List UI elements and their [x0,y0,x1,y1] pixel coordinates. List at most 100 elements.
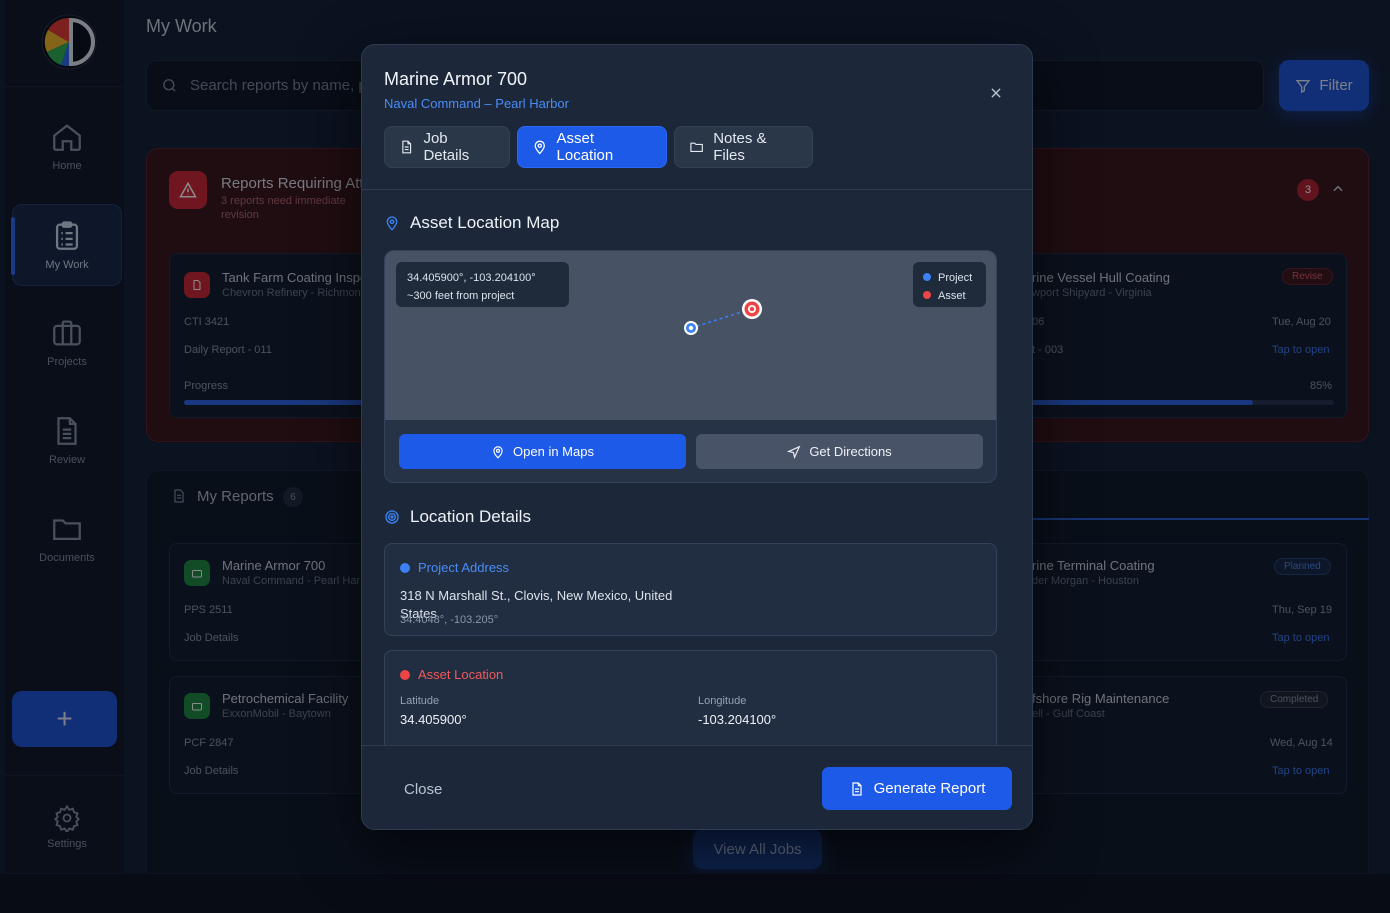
status-badge: Revise [1282,268,1333,285]
tab-notes-files[interactable]: Notes & Files [674,126,813,168]
folder-icon [690,142,703,153]
alert-icon [169,171,207,209]
briefcase-icon [184,693,210,719]
open-in-maps-button[interactable]: Open in Maps [399,434,686,469]
sidebar-item-settings[interactable]: Settings [12,790,122,872]
project-address-box: Project Address 318 N Marshall St., Clov… [384,543,997,636]
card-subtitle: ell - Gulf Coast [1032,708,1105,720]
map-markers [684,299,762,335]
card-title: fshore Rig Maintenance [1032,691,1170,706]
job-card[interactable]: rine Terminal Coating der Morgan - Houst… [1009,543,1347,661]
progress-fill [1010,400,1253,405]
tab-underline [1033,518,1369,520]
bottom-bar [0,873,1390,913]
tab-asset-location[interactable]: Asset Location [517,126,667,168]
sidebar-item-label: Settings [47,838,87,850]
generate-report-button[interactable]: Generate Report [822,767,1012,810]
document-icon [184,272,210,298]
card-subtitle: der Morgan - Houston [1032,575,1139,587]
app-logo [41,14,97,70]
longitude-label: Longitude [698,695,747,707]
project-marker [684,321,698,335]
tab-label: Notes & Files [713,130,767,164]
map-pin-icon [534,140,545,155]
briefcase-icon [53,320,81,346]
modal-footer: Close Generate Report [362,745,1032,829]
target-icon [385,510,399,524]
chevron-up-icon[interactable] [1331,182,1345,196]
document-icon [174,489,184,503]
latitude-value: 34.405900° [400,712,467,727]
sidebar-item-home[interactable]: Home [12,106,122,188]
report-card[interactable]: rine Vessel Hull Coating wport Shipyard … [1009,253,1347,418]
tab-label: Job Details [423,130,470,164]
get-directions-button[interactable]: Get Directions [696,434,983,469]
clipboard-icon [55,221,79,250]
longitude-value: -103.204100° [698,712,777,727]
card-date: Tue, Aug 20 [1272,316,1331,328]
card-title: Tank Farm Coating Inspe [222,270,368,285]
job-details-link[interactable]: Job Details [184,632,238,644]
count-badge: 6 [283,487,303,507]
sidebar-item-projects[interactable]: Projects [12,302,122,384]
tab-job-details[interactable]: Job Details [384,126,510,168]
view-all-jobs-button[interactable]: View All Jobs [693,829,822,869]
asset-marker [742,299,762,319]
modal-title: Marine Armor 700 [384,69,528,89]
sidebar-item-review[interactable]: Review [12,400,122,482]
sidebar: Home My Work Projects Review Documents +… [5,0,125,873]
card-subtitle: wport Shipyard - Virginia [1032,287,1152,299]
progress-percent: 85% [1310,380,1333,392]
card-title: Marine Armor 700 [222,558,326,573]
document-icon [852,781,862,796]
sidebar-item-documents[interactable]: Documents [12,498,122,580]
modal-subtitle: Naval Command – Pearl Harbor [384,96,569,111]
card-code: PCF 2847 [184,737,234,749]
filter-button[interactable]: Filter [1279,60,1369,111]
map-pin-icon [493,445,503,459]
briefcase-icon [184,560,210,586]
project-coordinates: 34.4048°, -103.205° [400,614,499,626]
card-report: Daily Report - 011 [184,344,272,356]
button-label: Generate Report [873,780,986,797]
requiring-title: Reports Requiring Att [221,175,364,192]
card-title: rine Terminal Coating [1032,558,1155,573]
progress-track [1010,400,1334,405]
my-reports-title: My Reports [197,488,274,505]
button-label: Get Directions [809,444,892,459]
progress-label: Progress [184,380,229,392]
gear-icon [54,804,80,832]
job-details-link[interactable]: Job Details [184,765,238,777]
close-icon[interactable] [984,81,1008,105]
home-icon [53,124,81,151]
sidebar-item-my-work[interactable]: My Work [11,204,122,286]
card-code: PPS 2511 [184,604,233,616]
map-section-heading: Asset Location Map [384,213,559,233]
job-modal: Marine Armor 700 Naval Command – Pearl H… [361,44,1033,830]
asset-location-heading: Asset Location [400,667,503,682]
tap-to-open-link[interactable]: Tap to open [1272,344,1330,356]
tap-to-open-link[interactable]: Tap to open [1272,765,1330,777]
filter-icon [1295,79,1311,93]
tab-label: Asset Location [556,130,614,164]
search-placeholder: Search reports by name, pr [190,77,372,94]
tap-to-open-link[interactable]: Tap to open [1272,632,1330,644]
close-button[interactable]: Close [404,781,442,798]
navigation-icon [787,445,801,459]
card-title: Petrochemical Facility [222,691,349,706]
job-card[interactable]: fshore Rig Maintenance ell - Gulf Coast … [1009,676,1347,794]
add-button[interactable]: + [12,691,117,747]
card-subtitle: Naval Command - Pearl Har [222,575,361,587]
folder-icon [53,519,81,541]
details-section-heading: Location Details [384,507,531,527]
map-canvas[interactable]: 34.405900°, -103.204100° ~300 feet from … [385,251,996,420]
document-icon [402,140,412,154]
status-badge: Completed [1260,691,1329,708]
page-title: My Work [146,16,217,36]
map-pin-icon [386,216,398,231]
card-subtitle: ExxonMobil - Baytown [222,708,331,720]
section-title: Location Details [410,507,531,526]
requiring-subtitle: 3 reports need immediate revision [221,195,346,221]
card-title: rine Vessel Hull Coating [1032,270,1171,285]
card-subtitle: Chevron Refinery - Richmon [222,287,361,299]
